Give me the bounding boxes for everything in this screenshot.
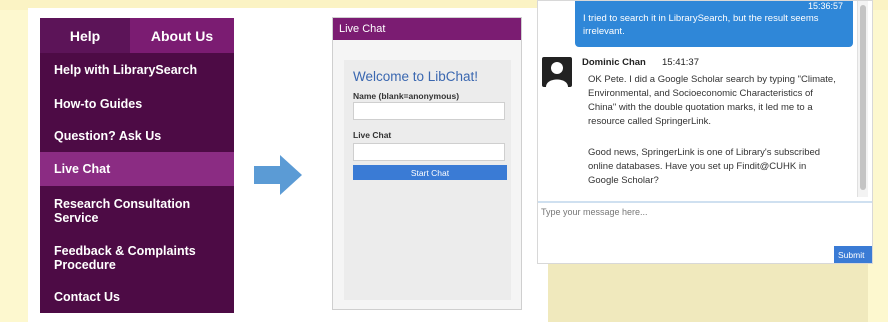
name-field[interactable] (353, 102, 505, 120)
agent-name: Dominic Chan (582, 57, 646, 68)
agent-message: OK Pete. I did a Google Scholar search b… (588, 74, 836, 127)
menu-item-help-with-librarysearch[interactable]: Help with LibrarySearch (40, 60, 234, 80)
agent-message: Good news, SpringerLink is one of Librar… (588, 147, 821, 186)
tab-about-us[interactable]: About Us (130, 18, 234, 53)
name-label: Name (blank=anonymous) (353, 91, 460, 101)
chat-start-form: Welcome to LibChat! Name (blank=anonymou… (344, 60, 511, 300)
user-message-bubble: 15:36:57 I tried to search it in Library… (575, 1, 853, 47)
widget-header: Live Chat (333, 18, 521, 40)
scrollbar-thumb[interactable] (860, 5, 866, 190)
user-message-time: 15:36:57 (807, 1, 843, 11)
menu-item-live-chat[interactable]: Live Chat (40, 152, 234, 186)
menu-item-research-consultation-service[interactable]: Research Consultation Service (40, 194, 234, 228)
chat-divider (538, 201, 872, 203)
menu-item-how-to-guides[interactable]: How-to Guides (40, 94, 234, 114)
live-chat-label: Live Chat (353, 130, 392, 140)
agent-message-time: 15:41:37 (662, 57, 699, 68)
submit-button[interactable]: Submit (834, 246, 872, 263)
menu-item-question-ask-us[interactable]: Question? Ask Us (40, 126, 234, 146)
tab-help[interactable]: Help (40, 18, 130, 53)
chat-window: 15:36:57 I tried to search it in Library… (537, 0, 873, 264)
libchat-widget: Live Chat Welcome to LibChat! Name (blan… (332, 17, 522, 310)
user-avatar-icon (542, 57, 572, 87)
user-message-text: I tried to search it in LibrarySearch, b… (583, 13, 819, 37)
welcome-title: Welcome to LibChat! (353, 69, 479, 84)
library-help-menu: Help About Us Help with LibrarySearch Ho… (40, 18, 234, 313)
message-input[interactable]: Type your message here... (538, 207, 864, 243)
start-chat-button[interactable]: Start Chat (353, 165, 507, 180)
menu-item-contact-us[interactable]: Contact Us (40, 287, 234, 307)
question-field[interactable] (353, 143, 505, 161)
chat-scrollbar[interactable] (857, 1, 868, 197)
menu-item-feedback-complaints-procedure[interactable]: Feedback & Complaints Procedure (40, 241, 234, 275)
right-arrow-icon (254, 155, 302, 195)
